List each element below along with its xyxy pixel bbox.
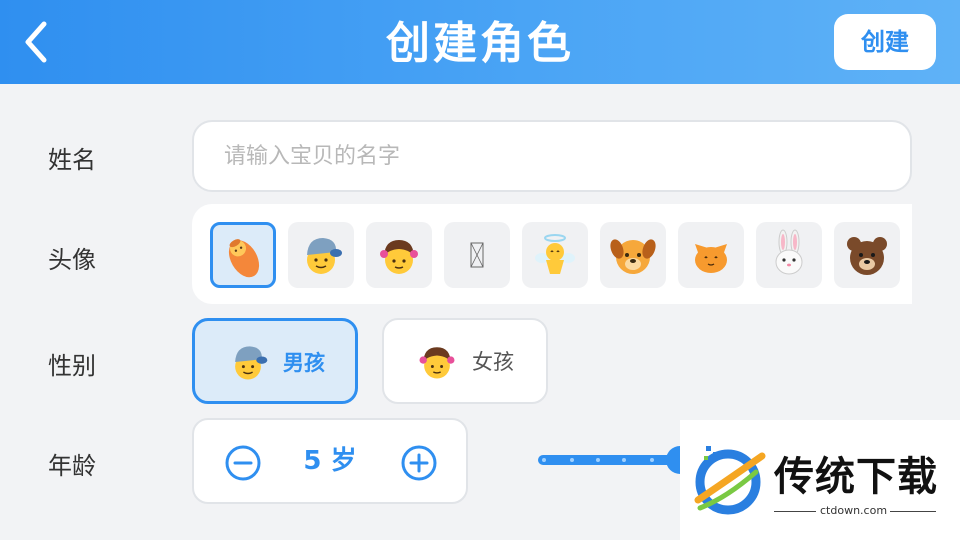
name-label: 姓名 [48, 146, 96, 174]
age-increment-button[interactable] [400, 444, 438, 482]
avatar-option-cat[interactable] [678, 222, 744, 288]
dog-icon [610, 239, 656, 274]
gender-label: 性别 [48, 352, 96, 380]
ctdown-logo-icon [694, 446, 766, 515]
app-header: 创建角色 创建 [0, 0, 960, 84]
boy-icon [235, 346, 268, 380]
avatar-label: 头像 [48, 246, 96, 274]
avatar-option-angel[interactable] [522, 222, 588, 288]
age-value: 5 岁 [303, 446, 357, 476]
slider-tick [596, 458, 600, 462]
missing-glyph-icon [470, 242, 484, 268]
age-label: 年龄 [48, 452, 96, 480]
divider [774, 511, 816, 512]
watermark: 传统下载 ctdown.com [680, 420, 960, 540]
slider-tick [542, 458, 546, 462]
avatar-picker [192, 204, 912, 304]
avatar-option-boy[interactable] [288, 222, 354, 288]
watermark-brand: 传统下载 [774, 454, 938, 500]
gender-option-label: 男孩 [283, 351, 325, 375]
gender-option-label: 女孩 [472, 350, 514, 374]
boy-icon [307, 238, 342, 274]
avatar-option-bear[interactable] [834, 222, 900, 288]
plus-circle-icon [401, 445, 437, 481]
create-button[interactable]: 创建 [834, 14, 936, 70]
minus-circle-icon [225, 445, 261, 481]
slider-tick [570, 458, 574, 462]
gender-option-girl[interactable]: 女孩 [382, 318, 548, 404]
angel-icon [535, 234, 575, 274]
cat-icon [695, 244, 727, 273]
slider-tick [622, 458, 626, 462]
page-title: 创建角色 [386, 18, 574, 69]
avatar-option-unknown[interactable] [444, 222, 510, 288]
gender-option-boy[interactable]: 男孩 [192, 318, 358, 404]
avatar-option-dog[interactable] [600, 222, 666, 288]
avatar-option-rabbit[interactable] [756, 222, 822, 288]
avatar-option-girl[interactable] [366, 222, 432, 288]
age-stepper: 5 岁 [192, 418, 468, 504]
rabbit-icon [775, 229, 803, 275]
avatar-option-baby[interactable] [210, 222, 276, 288]
age-decrement-button[interactable] [224, 444, 262, 482]
bear-icon [847, 237, 887, 275]
girl-icon [419, 347, 455, 379]
girl-icon [380, 240, 418, 274]
divider [890, 511, 936, 512]
watermark-url: ctdown.com [820, 504, 888, 517]
baby-icon [228, 239, 260, 278]
name-input[interactable] [192, 120, 912, 192]
slider-tick [650, 458, 654, 462]
